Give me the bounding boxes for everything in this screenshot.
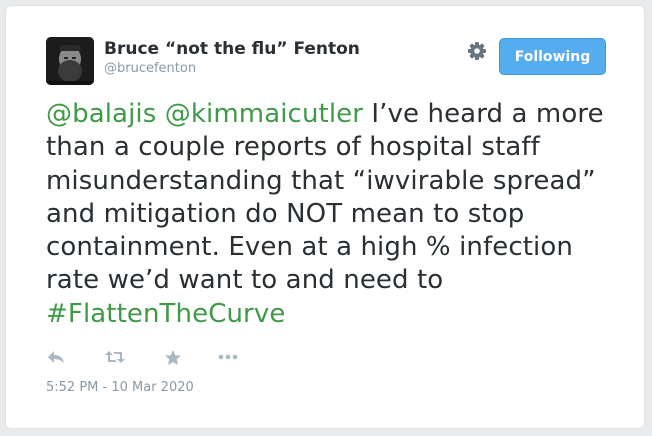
reply-icon[interactable] <box>46 346 66 368</box>
tweet-card: Bruce “not the flu” Fenton @brucefenton … <box>5 5 645 429</box>
tweet-text: @balajis @kimmaicutler I’ve heard a more… <box>46 98 616 331</box>
avatar-image <box>46 37 94 85</box>
retweet-icon[interactable] <box>104 346 126 368</box>
tweet-timestamp[interactable]: 5:52 PM - 10 Mar 2020 <box>46 380 194 395</box>
favorite-icon[interactable] <box>164 346 182 368</box>
more-icon[interactable] <box>218 346 238 368</box>
gear-icon[interactable] <box>466 40 488 62</box>
mention-link[interactable]: @balajis <box>46 99 156 129</box>
hashtag-link[interactable]: #FlattenTheCurve <box>46 299 285 329</box>
display-name[interactable]: Bruce “not the flu” Fenton <box>104 39 360 59</box>
following-button[interactable]: Following <box>499 38 606 75</box>
tweet-text-segment: I’ve heard a <box>363 99 528 129</box>
avatar[interactable] <box>46 37 94 85</box>
mention-link[interactable]: @kimmaicutler <box>165 99 363 129</box>
user-handle[interactable]: @brucefenton <box>104 61 196 76</box>
